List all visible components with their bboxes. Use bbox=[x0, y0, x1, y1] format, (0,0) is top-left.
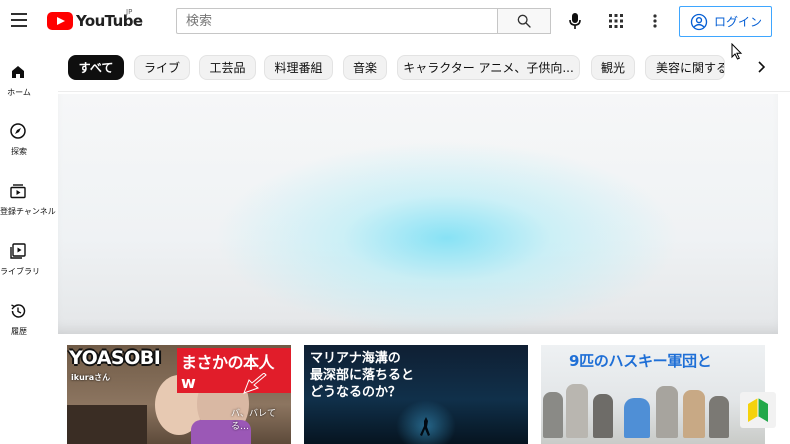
chip-anime-kids[interactable]: キャラクター アニメ、子供向... bbox=[397, 55, 580, 80]
husky-shape bbox=[656, 386, 678, 438]
login-button[interactable]: ログイン bbox=[679, 6, 772, 37]
video-subtitle: ikuraさん bbox=[71, 373, 111, 382]
beginner-leaf-icon bbox=[748, 398, 768, 422]
search-input[interactable] bbox=[176, 8, 498, 34]
search-icon bbox=[517, 14, 531, 28]
sidebar: ホーム 探索 登録チャンネル ライブラリ 履歴 bbox=[0, 44, 56, 444]
sidebar-item-label: 履歴 bbox=[11, 327, 27, 336]
sidebar-item-label: 探索 bbox=[11, 147, 27, 156]
logo-region: JP bbox=[126, 8, 133, 16]
video-thumbnail[interactable]: 9匹のハスキー軍団と bbox=[541, 345, 765, 444]
chevron-right-icon bbox=[758, 61, 765, 73]
video-title-line: マリアナ海溝の bbox=[310, 351, 401, 366]
masthead-banner[interactable] bbox=[58, 94, 778, 334]
sidebar-item-label: ライブラリ bbox=[0, 267, 40, 276]
library-icon bbox=[10, 243, 26, 259]
account-icon bbox=[690, 13, 708, 30]
diver-silhouette-icon bbox=[420, 417, 430, 436]
home-icon bbox=[12, 66, 24, 78]
video-title: マリアナ海溝の 最深部に落ちると どうなるのか？ bbox=[310, 350, 414, 401]
subscriptions-icon bbox=[10, 184, 26, 199]
chip-music[interactable]: 音楽 bbox=[343, 55, 387, 80]
menu-icon[interactable] bbox=[8, 9, 30, 31]
video-title-highlight: まさかの本人w bbox=[177, 348, 291, 393]
husky-shape bbox=[543, 392, 563, 438]
red-arrow-icon bbox=[243, 373, 267, 394]
sidebar-item-home[interactable]: ホーム bbox=[0, 63, 50, 113]
chip-beauty[interactable]: 美容に関する bbox=[645, 55, 725, 80]
history-icon bbox=[11, 304, 26, 318]
piano-shape bbox=[67, 405, 147, 444]
search-button[interactable] bbox=[498, 8, 551, 34]
sidebar-item-history[interactable]: 履歴 bbox=[0, 302, 50, 352]
chip-live[interactable]: ライブ bbox=[134, 55, 190, 80]
apps-button[interactable] bbox=[604, 9, 628, 33]
chips-divider bbox=[58, 91, 790, 92]
login-label: ログイン bbox=[714, 15, 763, 29]
microphone-icon bbox=[569, 13, 581, 29]
video-thumbnail[interactable]: マリアナ海溝の 最深部に落ちると どうなるのか？ bbox=[304, 345, 528, 444]
husky-shape bbox=[593, 394, 613, 438]
voice-search-button[interactable] bbox=[563, 9, 587, 33]
settings-menu-button[interactable] bbox=[643, 9, 667, 33]
chip-all[interactable]: すべて bbox=[68, 55, 124, 80]
husky-shape bbox=[709, 396, 729, 438]
beginner-mark bbox=[740, 392, 776, 428]
child-shape bbox=[624, 398, 650, 438]
chip-cooking-shows[interactable]: 料理番組 bbox=[264, 55, 333, 80]
chip-crafts[interactable]: 工芸品 bbox=[199, 55, 256, 80]
video-title-main: YOASOBI bbox=[69, 347, 161, 369]
sidebar-item-explore[interactable]: 探索 bbox=[0, 122, 50, 172]
youtube-play-icon bbox=[47, 12, 73, 30]
sidebar-item-label: 登録チャンネル bbox=[0, 207, 56, 216]
sidebar-item-label: ホーム bbox=[7, 88, 31, 97]
compass-icon bbox=[10, 123, 26, 139]
chips-next-button[interactable] bbox=[751, 57, 771, 77]
video-title-line: 最深部に落ちると bbox=[310, 368, 415, 383]
top-header: YouTube JP 検索 ログイン bbox=[0, 0, 790, 44]
sidebar-item-subscriptions[interactable]: 登録チャンネル bbox=[0, 182, 56, 232]
video-caption: バ、バレてる… bbox=[231, 409, 277, 432]
apps-grid-icon bbox=[609, 14, 623, 28]
more-vertical-icon bbox=[653, 14, 657, 28]
video-title: 9匹のハスキー軍団と bbox=[569, 352, 712, 370]
husky-shape bbox=[683, 390, 705, 438]
chip-sightseeing[interactable]: 観光 bbox=[591, 55, 635, 80]
video-thumbnail[interactable]: YOASOBI まさかの本人w ikuraさん バ、バレてる… bbox=[67, 345, 291, 444]
husky-shape bbox=[566, 384, 588, 438]
logo-text: YouTube bbox=[76, 12, 143, 30]
category-chip-bar: すべて ライブ 工芸品 料理番組 音楽 キャラクター アニメ、子供向... 観光… bbox=[58, 52, 778, 82]
video-title-line: どうなるのか？ bbox=[310, 385, 402, 400]
sidebar-item-library[interactable]: ライブラリ bbox=[0, 242, 50, 292]
